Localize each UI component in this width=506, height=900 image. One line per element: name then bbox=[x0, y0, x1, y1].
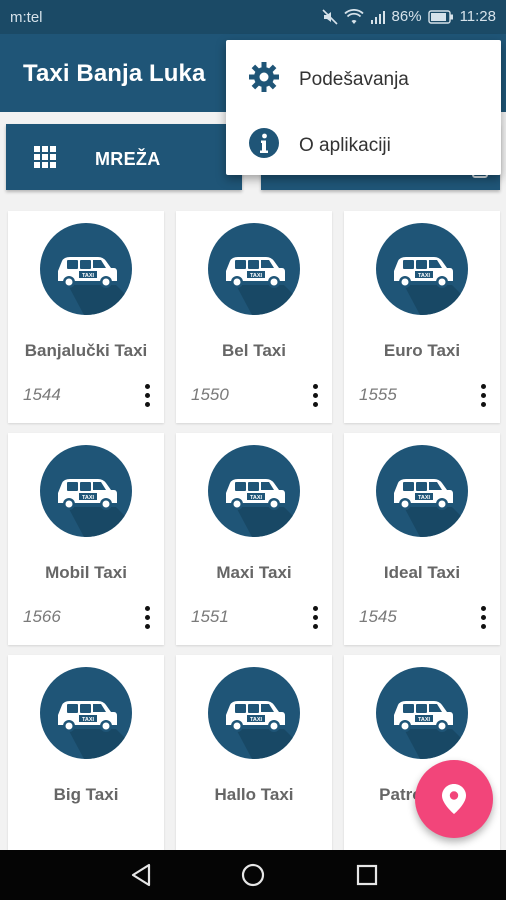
taxi-card[interactable]: TAXI Mobil Taxi 1566 bbox=[8, 433, 164, 645]
more-vert-icon[interactable] bbox=[480, 606, 486, 630]
taxi-badge-text: TAXI bbox=[418, 717, 431, 723]
taxi-car-icon: TAXI bbox=[376, 445, 468, 537]
taxi-car-icon: TAXI bbox=[40, 223, 132, 315]
taxi-name: Hallo Taxi bbox=[214, 785, 294, 804]
battery-percent: 86% bbox=[391, 8, 422, 25]
more-vert-icon[interactable] bbox=[312, 384, 318, 408]
menu-item-about[interactable]: O aplikaciji bbox=[226, 110, 501, 176]
clock: 11:28 bbox=[459, 8, 496, 25]
menu-item-settings-label: Podešavanja bbox=[299, 69, 409, 90]
taxi-name: Big Taxi bbox=[53, 785, 119, 804]
taxi-phone[interactable]: 1550 bbox=[191, 385, 229, 405]
taxi-car-icon: TAXI bbox=[208, 667, 300, 759]
taxi-phone[interactable]: 1545 bbox=[359, 607, 397, 627]
taxi-badge-text: TAXI bbox=[250, 273, 263, 279]
tab-grid[interactable]: MREŽA bbox=[6, 124, 242, 190]
taxi-badge-text: TAXI bbox=[250, 717, 263, 723]
location-fab[interactable] bbox=[415, 760, 493, 838]
taxi-name: Banjalučki Taxi bbox=[24, 341, 148, 360]
taxi-name: Euro Taxi bbox=[383, 341, 461, 360]
taxi-badge-text: TAXI bbox=[82, 273, 95, 279]
taxi-phone[interactable]: 1555 bbox=[359, 385, 397, 405]
taxi-badge-text: TAXI bbox=[82, 495, 95, 501]
taxi-car-icon: TAXI bbox=[208, 445, 300, 537]
info-icon bbox=[249, 128, 279, 158]
taxi-card[interactable]: TAXI Ideal Taxi 1545 bbox=[344, 433, 500, 645]
carrier-label: m:tel bbox=[10, 9, 43, 26]
taxi-name: Ideal Taxi bbox=[383, 563, 461, 582]
mute-icon bbox=[321, 8, 338, 25]
taxi-card[interactable]: TAXI Banjalučki Taxi 1544 bbox=[8, 211, 164, 423]
status-bar: m:tel 86% 11:28 bbox=[0, 0, 506, 34]
more-vert-icon[interactable] bbox=[480, 384, 486, 408]
taxi-phone[interactable]: 1544 bbox=[23, 385, 61, 405]
overflow-menu: Podešavanja O aplikaciji bbox=[226, 40, 501, 175]
taxi-car-icon: TAXI bbox=[376, 223, 468, 315]
recents-icon[interactable] bbox=[355, 863, 379, 887]
taxi-badge-text: TAXI bbox=[82, 717, 95, 723]
grid-icon bbox=[34, 146, 56, 168]
more-vert-icon[interactable] bbox=[312, 606, 318, 630]
taxi-card[interactable]: TAXI Euro Taxi 1555 bbox=[344, 211, 500, 423]
status-icons: 86% 11:28 bbox=[321, 8, 496, 25]
taxi-phone[interactable]: 1566 bbox=[23, 607, 61, 627]
taxi-car-icon: TAXI bbox=[208, 223, 300, 315]
taxi-grid: TAXI Banjalučki Taxi 1544 TAXI Bel Taxi 15… bbox=[0, 198, 506, 850]
taxi-car-icon: TAXI bbox=[40, 667, 132, 759]
taxi-badge-text: TAXI bbox=[418, 273, 431, 279]
menu-item-about-label: O aplikaciji bbox=[299, 135, 391, 156]
taxi-car-icon: TAXI bbox=[40, 445, 132, 537]
home-icon[interactable] bbox=[241, 863, 265, 887]
taxi-card[interactable]: TAXI Maxi Taxi 1551 bbox=[176, 433, 332, 645]
taxi-phone[interactable]: 1551 bbox=[191, 607, 229, 627]
taxi-name: Bel Taxi bbox=[222, 341, 286, 360]
taxi-car-icon: TAXI bbox=[376, 667, 468, 759]
menu-item-settings[interactable]: Podešavanja bbox=[226, 44, 501, 110]
more-vert-icon[interactable] bbox=[144, 606, 150, 630]
location-pin-icon bbox=[442, 784, 466, 814]
wifi-icon bbox=[343, 8, 364, 24]
signal-icon bbox=[370, 10, 385, 24]
system-nav-bar bbox=[0, 850, 506, 900]
gear-icon bbox=[249, 62, 279, 92]
taxi-badge-text: TAXI bbox=[250, 495, 263, 501]
more-vert-icon[interactable] bbox=[144, 384, 150, 408]
taxi-card[interactable]: TAXI Bel Taxi 1550 bbox=[176, 211, 332, 423]
back-icon[interactable] bbox=[129, 863, 153, 887]
app-title: Taxi Banja Luka bbox=[23, 60, 206, 87]
taxi-badge-text: TAXI bbox=[418, 495, 431, 501]
taxi-name: Maxi Taxi bbox=[216, 563, 292, 582]
taxi-card[interactable]: TAXI Big Taxi bbox=[8, 655, 164, 850]
taxi-card[interactable]: TAXI Hallo Taxi bbox=[176, 655, 332, 850]
battery-icon bbox=[427, 9, 453, 24]
tab-grid-label: MREŽA bbox=[95, 149, 161, 169]
taxi-name: Mobil Taxi bbox=[45, 563, 127, 582]
